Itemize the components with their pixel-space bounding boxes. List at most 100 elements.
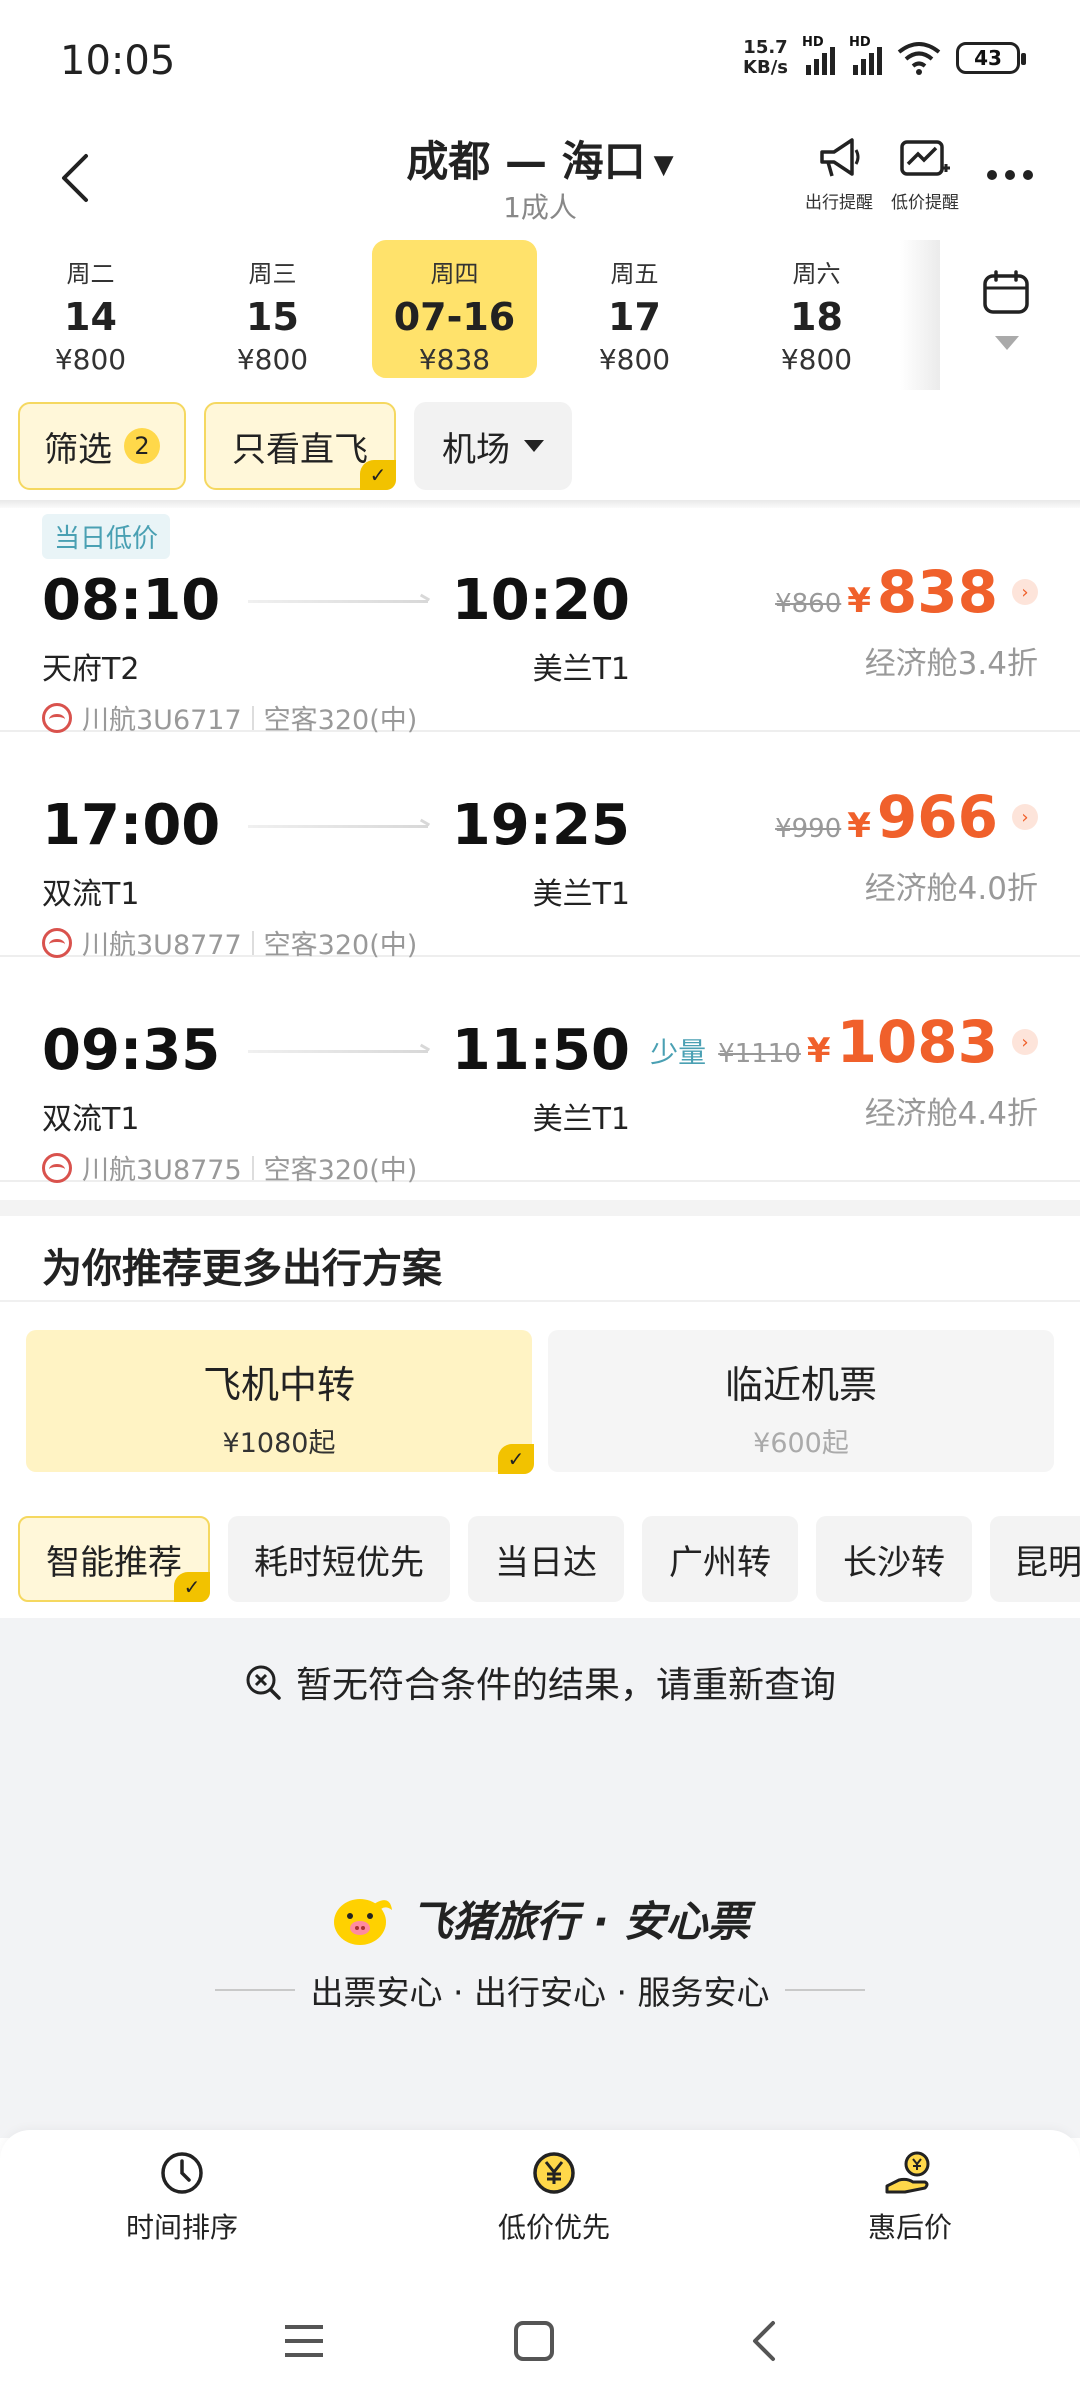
filter-button[interactable]: 筛选 2: [18, 402, 186, 490]
discount-price-button[interactable]: 惠后价: [810, 2150, 1010, 2246]
airline-info: 川航3U8777 空客320(中): [42, 923, 417, 962]
chip-shortest-time[interactable]: 耗时短优先: [228, 1516, 450, 1602]
calendar-dropdown-icon: [995, 336, 1019, 350]
flight-path-line: [248, 600, 428, 603]
recommend-title: 为你推荐更多出行方案: [42, 1246, 442, 1292]
divider: [0, 1300, 1080, 1302]
departure-airport: 双流T1: [42, 877, 140, 912]
home-nav-button[interactable]: [504, 2316, 564, 2366]
date-option[interactable]: 周六 18 ¥800: [734, 240, 899, 378]
more-dot-icon: [987, 170, 997, 180]
price-row: ¥860 ¥ 838 ›: [775, 558, 1038, 626]
price-row: ¥990 ¥ 966 ›: [775, 783, 1038, 851]
date-option-selected[interactable]: 周四 07-16 ¥838: [372, 240, 537, 378]
flight-number: 川航3U8777: [82, 930, 242, 961]
wifi-icon: [897, 42, 941, 75]
no-results-icon: [246, 1665, 281, 1700]
check-icon: ✓: [498, 1444, 534, 1474]
original-price: ¥990: [775, 814, 842, 844]
signal-icon-2: HD: [849, 35, 882, 75]
calendar-button[interactable]: [965, 270, 1055, 370]
transfer-flight-card[interactable]: 飞机中转 ¥1080起 ✓: [26, 1330, 534, 1474]
chip-via-guangzhou[interactable]: 广州转: [642, 1516, 798, 1602]
megaphone-icon: [820, 138, 860, 177]
brand-name: 飞猪旅行 · 安心票: [410, 1897, 750, 1946]
date-option[interactable]: 周二 14 ¥800: [8, 240, 173, 378]
date-strip-fade: [900, 240, 940, 390]
status-icons: 15.7 KB/s HD HD 43: [743, 35, 1026, 78]
cabin-discount: 经济舱4.4折: [864, 1096, 1038, 1132]
departure-time: 17:00: [42, 793, 221, 858]
clock: 10:05: [60, 38, 176, 84]
trip-reminder-button[interactable]: 出行提醒: [794, 134, 884, 213]
section-divider: [0, 1200, 1080, 1216]
chip-via-kunming[interactable]: 昆明: [990, 1516, 1080, 1602]
low-price-reminder-button[interactable]: 低价提醒: [880, 134, 970, 213]
departure-airport: 双流T1: [42, 1102, 140, 1137]
price: 966: [876, 783, 998, 851]
price: 838: [876, 558, 998, 626]
brand-logo: 飞猪旅行 · 安心票: [0, 1888, 1080, 1949]
airline-logo-icon: [42, 1152, 72, 1183]
flight-number: 川航3U6717: [82, 705, 242, 736]
chip-via-changsha[interactable]: 长沙转: [816, 1516, 972, 1602]
menu-icon: [285, 2325, 323, 2357]
airline-info: 川航3U8775 空客320(中): [42, 1148, 417, 1187]
original-price: ¥1110: [718, 1039, 801, 1069]
airline-logo-icon: [42, 927, 72, 958]
menu-nav-button[interactable]: [274, 2316, 334, 2366]
flight-path-line: [248, 1050, 428, 1053]
flight-number: 川航3U8775: [82, 1155, 242, 1186]
sort-by-time-button[interactable]: 时间排序: [82, 2150, 282, 2246]
arrival-airport: 美兰T1: [532, 877, 630, 912]
price: 1083: [836, 1008, 998, 1076]
route-dropdown-icon: ▼: [653, 149, 674, 180]
check-icon: ✓: [174, 1572, 210, 1602]
check-icon: ✓: [360, 460, 396, 490]
battery-icon: 43: [956, 42, 1026, 74]
route-title: 成都 — 海口: [406, 137, 646, 186]
airport-dropdown[interactable]: 机场: [414, 402, 572, 490]
aircraft-type: 空客320(中): [263, 1155, 418, 1186]
departure-airport: 天府T2: [42, 652, 140, 687]
departure-time: 08:10: [42, 568, 221, 633]
fliggy-pig-icon: [334, 1898, 393, 1945]
direct-only-toggle[interactable]: 只看直飞 ✓: [204, 402, 396, 490]
chip-smart-recommend[interactable]: 智能推荐 ✓: [18, 1516, 210, 1602]
yen-coin-icon: [533, 2152, 575, 2194]
flight-card[interactable]: 当日低价 08:10 10:20 天府T2 美兰T1 川航3U6717 空客32…: [0, 508, 1080, 736]
flight-path-line: [248, 825, 428, 828]
more-button[interactable]: [980, 160, 1040, 190]
calendar-icon: [983, 270, 1029, 314]
filter-count-badge: 2: [124, 428, 160, 464]
chevron-right-icon: ›: [1012, 804, 1038, 830]
nearby-tickets-card[interactable]: 临近机票 ¥600起: [548, 1330, 1054, 1472]
back-nav-button[interactable]: [734, 2316, 794, 2366]
date-option[interactable]: 周五 17 ¥800: [552, 240, 717, 378]
hand-coin-icon: [885, 2151, 930, 2194]
home-square-icon: [514, 2321, 554, 2361]
chevron-right-icon: ›: [1012, 1029, 1038, 1055]
signal-icon: HD: [802, 35, 835, 75]
chip-same-day[interactable]: 当日达: [468, 1516, 624, 1602]
aircraft-type: 空客320(中): [263, 930, 418, 961]
arrival-time: 19:25: [451, 793, 630, 858]
arrival-airport: 美兰T1: [532, 1102, 630, 1137]
status-bar: 10:05 15.7 KB/s HD HD 43: [0, 0, 1080, 120]
back-triangle-icon: [753, 2321, 775, 2361]
low-price-first-button[interactable]: 低价优先: [454, 2150, 654, 2246]
airline-logo-icon: [42, 702, 72, 733]
arrival-time: 11:50: [451, 1018, 630, 1083]
flight-card[interactable]: 17:00 19:25 双流T1 美兰T1 川航3U8777 空客320(中) …: [0, 733, 1080, 961]
flight-card[interactable]: 09:35 11:50 双流T1 美兰T1 川航3U8775 空客320(中) …: [0, 958, 1080, 1186]
date-strip: 周二 14 ¥800 周三 15 ¥800 周四 07-16 ¥838 周五 1…: [0, 240, 1080, 390]
chevron-down-icon: [524, 440, 544, 452]
original-price: ¥860: [775, 589, 842, 619]
arrival-time: 10:20: [451, 568, 630, 633]
airline-info: 川航3U6717 空客320(中): [42, 698, 417, 737]
filter-bar: 筛选 2 只看直飞 ✓ 机场: [0, 402, 1080, 494]
cabin-discount: 经济舱3.4折: [864, 646, 1038, 682]
header: 成都 — 海口 ▼ 1成人 出行提醒 低价提醒: [0, 120, 1080, 240]
date-option[interactable]: 周三 15 ¥800: [190, 240, 355, 378]
low-price-tag: 当日低价: [42, 514, 171, 559]
